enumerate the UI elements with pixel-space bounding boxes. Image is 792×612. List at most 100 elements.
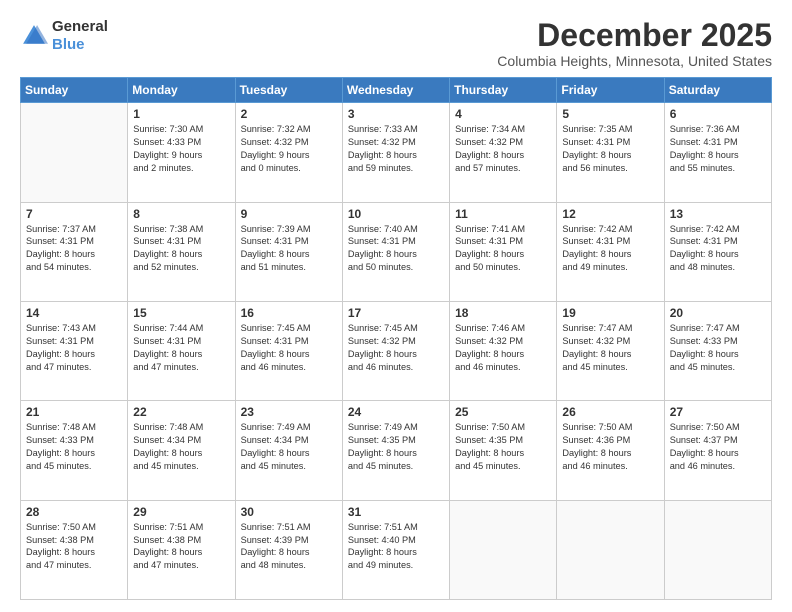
day-number: 24 <box>348 405 444 419</box>
cell-content: Sunrise: 7:32 AM Sunset: 4:32 PM Dayligh… <box>241 123 337 175</box>
day-number: 28 <box>26 505 122 519</box>
calendar-header-row: SundayMondayTuesdayWednesdayThursdayFrid… <box>21 78 772 103</box>
day-number: 22 <box>133 405 229 419</box>
calendar-cell: 20Sunrise: 7:47 AM Sunset: 4:33 PM Dayli… <box>664 301 771 400</box>
cell-content: Sunrise: 7:35 AM Sunset: 4:31 PM Dayligh… <box>562 123 658 175</box>
calendar-cell: 4Sunrise: 7:34 AM Sunset: 4:32 PM Daylig… <box>450 103 557 202</box>
calendar-cell: 24 Sunrise: 7:49 AM Sunset: 4:35 PM Dayli… <box>342 401 449 500</box>
day-number: 29 <box>133 505 229 519</box>
calendar-cell: 30Sunrise: 7:51 AM Sunset: 4:39 PM Dayli… <box>235 500 342 599</box>
cell-content: Sunrise: 7:33 AM Sunset: 4:32 PM Dayligh… <box>348 123 444 175</box>
calendar-cell: 21 Sunrise: 7:48 AM Sunset: 4:33 PM Dayli… <box>21 401 128 500</box>
calendar-cell <box>664 500 771 599</box>
cell-content: Sunrise: 7:48 AM Sunset: 4:34 PM Dayligh… <box>133 421 229 473</box>
calendar-cell: 14 Sunrise: 7:43 AM Sunset: 4:31 PM Dayli… <box>21 301 128 400</box>
cell-content: Sunrise: 7:50 AM Sunset: 4:35 PM Dayligh… <box>455 421 551 473</box>
calendar-cell: 18 Sunrise: 7:46 AM Sunset: 4:32 PM Dayli… <box>450 301 557 400</box>
logo-general: General <box>52 18 108 35</box>
cell-content: Sunrise: 7:49 AM Sunset: 4:34 PM Dayligh… <box>241 421 337 473</box>
calendar-cell: 8 Sunrise: 7:38 AM Sunset: 4:31 PM Daylig… <box>128 202 235 301</box>
day-number: 1 <box>133 107 229 121</box>
logo-icon <box>20 22 48 50</box>
cell-content: Sunrise: 7:44 AM Sunset: 4:31 PM Dayligh… <box>133 322 229 374</box>
logo-blue: Blue <box>52 36 85 53</box>
calendar-week-row: 28 Sunrise: 7:50 AM Sunset: 4:38 PM Dayli… <box>21 500 772 599</box>
calendar-cell: 5Sunrise: 7:35 AM Sunset: 4:31 PM Daylig… <box>557 103 664 202</box>
header-cell-thursday: Thursday <box>450 78 557 103</box>
calendar-cell: 2Sunrise: 7:32 AM Sunset: 4:32 PM Daylig… <box>235 103 342 202</box>
cell-content: Sunrise: 7:39 AM Sunset: 4:31 PM Dayligh… <box>241 223 337 275</box>
calendar-cell: 15 Sunrise: 7:44 AM Sunset: 4:31 PM Dayli… <box>128 301 235 400</box>
calendar-cell <box>21 103 128 202</box>
cell-content: Sunrise: 7:49 AM Sunset: 4:35 PM Dayligh… <box>348 421 444 473</box>
calendar-cell: 26 Sunrise: 7:50 AM Sunset: 4:36 PM Dayli… <box>557 401 664 500</box>
calendar-cell: 3 Sunrise: 7:33 AM Sunset: 4:32 PM Daylig… <box>342 103 449 202</box>
day-number: 9 <box>241 207 337 221</box>
cell-content: Sunrise: 7:51 AM Sunset: 4:40 PM Dayligh… <box>348 521 444 573</box>
cell-content: Sunrise: 7:51 AM Sunset: 4:38 PM Dayligh… <box>133 521 229 573</box>
day-number: 15 <box>133 306 229 320</box>
cell-content: Sunrise: 7:47 AM Sunset: 4:32 PM Dayligh… <box>562 322 658 374</box>
day-number: 25 <box>455 405 551 419</box>
cell-content: Sunrise: 7:51 AM Sunset: 4:39 PM Dayligh… <box>241 521 337 573</box>
cell-content: Sunrise: 7:40 AM Sunset: 4:31 PM Dayligh… <box>348 223 444 275</box>
calendar-cell: 19 Sunrise: 7:47 AM Sunset: 4:32 PM Dayli… <box>557 301 664 400</box>
day-number: 26 <box>562 405 658 419</box>
calendar-cell: 27Sunrise: 7:50 AM Sunset: 4:37 PM Dayli… <box>664 401 771 500</box>
day-number: 21 <box>26 405 122 419</box>
day-number: 23 <box>241 405 337 419</box>
cell-content: Sunrise: 7:38 AM Sunset: 4:31 PM Dayligh… <box>133 223 229 275</box>
cell-content: Sunrise: 7:46 AM Sunset: 4:32 PM Dayligh… <box>455 322 551 374</box>
page: General Blue December 2025 Columbia Heig… <box>0 0 792 612</box>
cell-content: Sunrise: 7:34 AM Sunset: 4:32 PM Dayligh… <box>455 123 551 175</box>
day-number: 17 <box>348 306 444 320</box>
calendar-cell <box>450 500 557 599</box>
day-number: 19 <box>562 306 658 320</box>
calendar-cell: 7Sunrise: 7:37 AM Sunset: 4:31 PM Daylig… <box>21 202 128 301</box>
header-cell-wednesday: Wednesday <box>342 78 449 103</box>
day-number: 11 <box>455 207 551 221</box>
cell-content: Sunrise: 7:45 AM Sunset: 4:32 PM Dayligh… <box>348 322 444 374</box>
cell-content: Sunrise: 7:36 AM Sunset: 4:31 PM Dayligh… <box>670 123 766 175</box>
calendar-week-row: 1Sunrise: 7:30 AM Sunset: 4:33 PM Daylig… <box>21 103 772 202</box>
cell-content: Sunrise: 7:41 AM Sunset: 4:31 PM Dayligh… <box>455 223 551 275</box>
header: General Blue December 2025 Columbia Heig… <box>20 18 772 69</box>
calendar-cell: 13 Sunrise: 7:42 AM Sunset: 4:31 PM Dayli… <box>664 202 771 301</box>
header-cell-saturday: Saturday <box>664 78 771 103</box>
cell-content: Sunrise: 7:42 AM Sunset: 4:31 PM Dayligh… <box>670 223 766 275</box>
day-number: 3 <box>348 107 444 121</box>
day-number: 6 <box>670 107 766 121</box>
calendar-cell: 6 Sunrise: 7:36 AM Sunset: 4:31 PM Daylig… <box>664 103 771 202</box>
header-cell-sunday: Sunday <box>21 78 128 103</box>
calendar-week-row: 7Sunrise: 7:37 AM Sunset: 4:31 PM Daylig… <box>21 202 772 301</box>
calendar-cell: 9 Sunrise: 7:39 AM Sunset: 4:31 PM Daylig… <box>235 202 342 301</box>
cell-content: Sunrise: 7:48 AM Sunset: 4:33 PM Dayligh… <box>26 421 122 473</box>
logo: General Blue <box>20 18 108 54</box>
cell-content: Sunrise: 7:50 AM Sunset: 4:36 PM Dayligh… <box>562 421 658 473</box>
header-cell-friday: Friday <box>557 78 664 103</box>
day-number: 27 <box>670 405 766 419</box>
title-area: December 2025 Columbia Heights, Minnesot… <box>497 18 772 69</box>
calendar-cell <box>557 500 664 599</box>
day-number: 7 <box>26 207 122 221</box>
day-number: 10 <box>348 207 444 221</box>
cell-content: Sunrise: 7:43 AM Sunset: 4:31 PM Dayligh… <box>26 322 122 374</box>
calendar-table: SundayMondayTuesdayWednesdayThursdayFrid… <box>20 77 772 600</box>
calendar-week-row: 14 Sunrise: 7:43 AM Sunset: 4:31 PM Dayli… <box>21 301 772 400</box>
day-number: 8 <box>133 207 229 221</box>
cell-content: Sunrise: 7:42 AM Sunset: 4:31 PM Dayligh… <box>562 223 658 275</box>
header-cell-tuesday: Tuesday <box>235 78 342 103</box>
day-number: 14 <box>26 306 122 320</box>
calendar-cell: 16Sunrise: 7:45 AM Sunset: 4:31 PM Dayli… <box>235 301 342 400</box>
location-title: Columbia Heights, Minnesota, United Stat… <box>497 53 772 69</box>
header-cell-monday: Monday <box>128 78 235 103</box>
day-number: 31 <box>348 505 444 519</box>
calendar-cell: 29 Sunrise: 7:51 AM Sunset: 4:38 PM Dayli… <box>128 500 235 599</box>
calendar-cell: 10 Sunrise: 7:40 AM Sunset: 4:31 PM Dayli… <box>342 202 449 301</box>
calendar-cell: 23 Sunrise: 7:49 AM Sunset: 4:34 PM Dayli… <box>235 401 342 500</box>
day-number: 13 <box>670 207 766 221</box>
calendar-cell: 17 Sunrise: 7:45 AM Sunset: 4:32 PM Dayli… <box>342 301 449 400</box>
cell-content: Sunrise: 7:50 AM Sunset: 4:38 PM Dayligh… <box>26 521 122 573</box>
day-number: 18 <box>455 306 551 320</box>
day-number: 12 <box>562 207 658 221</box>
